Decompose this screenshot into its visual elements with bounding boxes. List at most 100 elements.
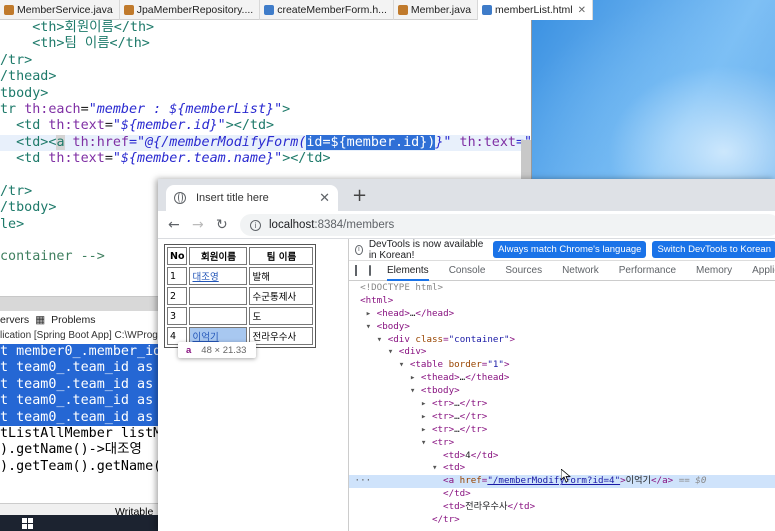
close-tab-icon[interactable]: ✕ [319, 190, 330, 206]
tab-performance[interactable]: Performance [619, 261, 676, 281]
dom-node[interactable]: <html> [349, 295, 775, 308]
url-path: :8384/members [314, 219, 395, 231]
chrome-window: Insert title here ✕ + ← → ↻ i localhost:… [158, 179, 775, 531]
back-icon[interactable]: ← [168, 217, 180, 233]
dom-node[interactable]: ▾ <tr> [349, 437, 775, 450]
tab-strip: Insert title here ✕ + [158, 179, 775, 211]
tab-servers[interactable]: ervers [0, 314, 29, 326]
code-line-current: <td><a th:href="@{/memberModifyForm(id=$… [0, 134, 530, 152]
dom-node[interactable]: ▸ <tr>…</tr> [349, 411, 775, 424]
tab-sources[interactable]: Sources [505, 261, 542, 281]
devtools-language-banner: i DevTools is now available in Korean! A… [349, 239, 775, 261]
editor-tab-member[interactable]: Member.java [394, 0, 479, 20]
dom-node[interactable]: ▸ <head>…</head> [349, 308, 775, 321]
dom-node[interactable]: ▾ <body> [349, 321, 775, 334]
code-line: <td th:text="${member.id}"></td> [0, 118, 275, 134]
console-line: ).getTeam().getName() [0, 458, 160, 474]
tab-console[interactable]: Console [449, 261, 486, 281]
panel-tabs: ervers ▦ Problems [0, 312, 101, 328]
launch-label: lication [Spring Boot App] C:\WProgram [0, 330, 176, 341]
dom-node[interactable]: ▸ <thead>…</thead> [349, 372, 775, 385]
column-header: 회원이름 [189, 247, 248, 265]
reload-icon[interactable]: ↻ [216, 217, 228, 233]
html-file-icon [264, 5, 275, 15]
device-toolbar-icon[interactable] [369, 265, 371, 276]
inspect-element-icon[interactable] [355, 265, 357, 276]
dom-node[interactable]: ▾ <div class="container"> [349, 334, 775, 347]
always-match-language-button[interactable]: Always match Chrome's language [493, 241, 647, 258]
windows-start-icon[interactable] [22, 518, 34, 530]
member-link[interactable]: 대조영 [192, 272, 218, 283]
tooltip-tag: a [186, 344, 192, 356]
editor-tab-creatememberform[interactable]: createMemberForm.h... [260, 0, 394, 20]
html-file-icon [482, 5, 493, 15]
dom-node[interactable]: ▸ <tr>…</tr> [349, 424, 775, 437]
devtools-tabs: Elements Console Sources Network Perform… [349, 261, 775, 281]
code-line: <th>팀 이름</th> [0, 36, 150, 52]
tab-elements[interactable]: Elements [387, 261, 429, 281]
code-line: /thead> [0, 69, 57, 85]
dom-node[interactable]: </tr> [349, 514, 775, 527]
selected-text: id=${member.id}) [306, 134, 436, 150]
editor-tab-bar: MemberService.java JpaMemberRepository..… [0, 0, 594, 20]
table-row: 2 수군통제사 [167, 287, 314, 305]
desktop-wallpaper-light [520, 0, 775, 190]
new-tab-icon[interactable]: + [352, 185, 367, 206]
browser-tab[interactable]: Insert title here ✕ [166, 185, 338, 211]
code-line: <td th:text="${member.team.name}"></td> [0, 151, 331, 167]
console-line: tListAllMember listMem [0, 425, 160, 441]
dom-node[interactable]: <td>4</td> [349, 450, 775, 463]
info-icon[interactable]: i [250, 219, 261, 231]
close-icon[interactable]: ✕ [578, 5, 586, 16]
console-line: t team0_.team_id as t [0, 360, 160, 377]
switch-to-korean-button[interactable]: Switch DevTools to Korean [652, 241, 775, 258]
editor-tab-jpamemberrepository[interactable]: JpaMemberRepository.... [120, 0, 261, 20]
tab-problems[interactable]: Problems [51, 314, 95, 326]
dom-node[interactable]: ▾ <tbody> [349, 385, 775, 398]
code-line: /tr> [0, 52, 33, 68]
info-icon: i [355, 244, 363, 255]
console-line: ).getName()->대조영 [0, 442, 142, 458]
console-line: t team0_.team_id as t [0, 393, 160, 410]
members-table: No 회원이름 팀 이름 1 대조영 발해 2 수군통제사 3 도 4 이억기 … [164, 244, 317, 348]
table-row: 3 도 [167, 307, 314, 325]
url-host: localhost [269, 219, 315, 231]
browser-tab-title: Insert title here [196, 192, 269, 204]
tab-memory[interactable]: Memory [696, 261, 732, 281]
column-header: 팀 이름 [249, 247, 314, 265]
table-row: 1 대조영 발해 [167, 267, 314, 285]
editor-tab-memberservice[interactable]: MemberService.java [0, 0, 120, 20]
browser-toolbar: ← → ↻ i localhost:8384/members [158, 211, 775, 239]
dom-node[interactable]: </td> [349, 488, 775, 501]
banner-text: DevTools is now available in Korean! [368, 238, 484, 261]
java-file-icon [123, 5, 134, 15]
table-header-row: No 회원이름 팀 이름 [167, 247, 314, 265]
devtools-panel: i DevTools is now available in Korean! A… [348, 239, 775, 531]
console-output[interactable]: t member0_.member_id t team0_.team_id as… [0, 344, 160, 475]
console-line: t team0_.team_id as t [0, 376, 160, 394]
dom-node[interactable]: ▾ <div> [349, 346, 775, 359]
mouse-cursor-icon [561, 469, 571, 483]
java-file-icon [4, 5, 14, 15]
globe-icon [174, 192, 186, 204]
code-line: tbody> [0, 85, 49, 101]
editor-tab-memberlist[interactable]: memberList.html ✕ [478, 0, 594, 20]
problems-icon: ▦ [35, 314, 46, 326]
code-line: <th>회원이름</th> [0, 20, 155, 35]
dom-node[interactable]: ▸ <tr>…</tr> [349, 398, 775, 411]
tab-application[interactable]: Application [752, 261, 775, 281]
console-line: t team0_.team_id as t [0, 409, 160, 426]
console-line: t member0_.member_id [0, 344, 160, 361]
editor-scrollbar[interactable] [521, 140, 531, 180]
forward-icon[interactable]: → [192, 217, 204, 233]
tab-network[interactable]: Network [562, 261, 599, 281]
dom-node[interactable]: <td>전라우수사</td> [349, 501, 775, 514]
java-file-icon [397, 5, 408, 15]
dom-tree[interactable]: <!DOCTYPE html> <html> ▸ <head>…</head> … [349, 282, 775, 531]
taskbar [0, 515, 158, 531]
dom-node[interactable]: <!DOCTYPE html> [349, 282, 775, 295]
code-line: tr th:each="member : ${memberList}"> [0, 101, 291, 117]
dom-node[interactable]: ▾ <table border="1"> [349, 359, 775, 372]
element-inspect-tooltip: a 48 × 21.33 [178, 342, 256, 358]
address-bar[interactable]: i localhost:8384/members [240, 214, 775, 236]
